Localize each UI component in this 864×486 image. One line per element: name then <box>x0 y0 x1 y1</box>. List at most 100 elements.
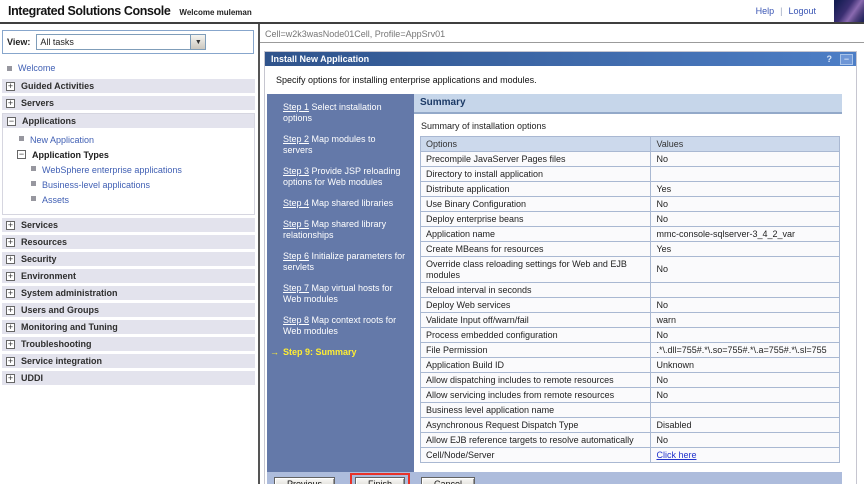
wizard-step-5: Step 5 Map shared library relationships <box>276 219 407 241</box>
sidebar-section-header-users-and-groups[interactable]: +Users and Groups <box>2 303 255 317</box>
sidebar-section-header-troubleshooting[interactable]: + Troubleshooting <box>2 337 255 351</box>
sidebar-section-header-uddi[interactable]: +UDDI <box>2 371 255 385</box>
option-cell: Override class reloading settings for We… <box>421 257 651 283</box>
expand-icon[interactable]: + <box>6 99 15 108</box>
sidebar-item-business-level-applications[interactable]: Business-level applications <box>3 178 254 193</box>
current-step-arrow-icon: → <box>270 347 279 358</box>
step-link-5[interactable]: Step 5 <box>283 219 309 229</box>
sidebar-section-header-security[interactable]: + Security <box>2 252 255 266</box>
section-label: Resources <box>21 237 67 247</box>
expand-icon[interactable]: + <box>6 374 15 383</box>
step-link-6[interactable]: Step 6 <box>283 251 309 261</box>
sidebar-section-header-applications[interactable]: −Applications <box>3 114 254 128</box>
section-label: Security <box>21 254 57 264</box>
value-cell: No <box>651 298 840 313</box>
step-link-1[interactable]: Step 1 <box>283 102 309 112</box>
expand-icon[interactable]: + <box>6 357 15 366</box>
value-cell: mmc-console-sqlserver-3_4_2_var <box>651 227 840 242</box>
navigation-sidebar: View: All tasks ▼ Welcome +Guided Activi… <box>0 24 258 484</box>
value-cell: .*\.dll=755#.*\.so=755#.*\.a=755#.*\.sl=… <box>651 343 840 358</box>
cancel-button[interactable]: Cancel <box>421 477 475 485</box>
sidebar-link-websphere-enterprise-applications[interactable]: WebSphere enterprise applications <box>42 165 182 175</box>
section-label: Monitoring and Tuning <box>21 322 118 332</box>
wizard-grid: Step 1 Select installation optionsStep 2… <box>267 94 842 472</box>
collapse-icon[interactable]: − <box>7 117 16 126</box>
step-link-2[interactable]: Step 2 <box>283 134 309 144</box>
table-row: Allow dispatching includes to remote res… <box>421 373 840 388</box>
bullet-icon <box>31 196 36 201</box>
option-cell: Process embedded configuration <box>421 328 651 343</box>
option-cell: Validate Input off/warn/fail <box>421 313 651 328</box>
sidebar-section-header-resources[interactable]: + Resources <box>2 235 255 249</box>
expand-icon[interactable]: + <box>6 323 15 332</box>
panel-help-icon[interactable]: ? <box>827 54 833 64</box>
section-label: Services <box>21 220 58 230</box>
sidebar-link-assets[interactable]: Assets <box>42 195 69 205</box>
table-row: Process embedded configurationNo <box>421 328 840 343</box>
bullet-icon <box>19 136 24 141</box>
section-label: Service integration <box>21 356 102 366</box>
step-link-8[interactable]: Step 8 <box>283 315 309 325</box>
sidebar-section-servers: +Servers <box>2 96 255 110</box>
sidebar-section-header-system-administration[interactable]: +System administration <box>2 286 255 300</box>
expand-icon[interactable]: + <box>6 82 15 91</box>
chevron-down-icon[interactable]: ▼ <box>190 35 205 49</box>
value-cell: Unknown <box>651 358 840 373</box>
view-select[interactable]: All tasks ▼ <box>36 34 206 50</box>
value-cell: No <box>651 373 840 388</box>
sidebar-item-welcome[interactable]: Welcome <box>0 61 258 79</box>
value-cell: No <box>651 433 840 448</box>
sidebar-sections: + Guided Activities +Servers −Applications N… <box>0 79 258 385</box>
collapse-icon[interactable]: − <box>17 150 26 159</box>
value-cell: No <box>651 388 840 403</box>
app-header: Integrated Solutions Console Welcome mul… <box>0 0 864 24</box>
expand-icon[interactable]: + <box>6 306 15 315</box>
table-row: Cell/Node/ServerClick here <box>421 448 840 463</box>
option-cell: Create MBeans for resources <box>421 242 651 257</box>
sidebar-section-service-integration: + Service integration <box>2 354 255 368</box>
panel-minimize-icon[interactable]: − <box>840 54 853 65</box>
sidebar-section-security: + Security <box>2 252 255 266</box>
sidebar-link-business-level-applications[interactable]: Business-level applications <box>42 180 150 190</box>
step-link-7[interactable]: Step 7 <box>283 283 309 293</box>
sidebar-section-header-monitoring-and-tuning[interactable]: + Monitoring and Tuning <box>2 320 255 334</box>
table-row: File Permission.*\.dll=755#.*\.so=755#.*… <box>421 343 840 358</box>
logout-link[interactable]: Logout <box>788 6 816 16</box>
sidebar-section-header-service-integration[interactable]: + Service integration <box>2 354 255 368</box>
sidebar-item-websphere-enterprise-applications[interactable]: WebSphere enterprise applications <box>3 163 254 178</box>
cell-link-click-here[interactable]: Click here <box>656 450 696 460</box>
sidebar-section-header-environment[interactable]: +Environment <box>2 269 255 283</box>
expand-icon[interactable]: + <box>6 255 15 264</box>
help-link[interactable]: Help <box>756 6 775 16</box>
wizard-instruction: Specify options for installing enterpris… <box>276 75 856 85</box>
summary-caption: Summary of installation options <box>421 121 842 131</box>
step-link-4[interactable]: Step 4 <box>283 198 309 208</box>
table-row: Deploy Web servicesNo <box>421 298 840 313</box>
section-label: Guided Activities <box>21 81 94 91</box>
sidebar-link-new-application[interactable]: New Application <box>30 135 94 145</box>
group-label: Application Types <box>32 150 109 160</box>
welcome-link[interactable]: Welcome <box>18 63 55 73</box>
previous-button[interactable]: Previous <box>274 477 335 485</box>
header-separator: | <box>780 6 782 16</box>
sidebar-section-header-servers[interactable]: +Servers <box>2 96 255 110</box>
expand-icon[interactable]: + <box>6 272 15 281</box>
expand-icon[interactable]: + <box>6 340 15 349</box>
value-cell: Click here <box>651 448 840 463</box>
sidebar-item-application-types[interactable]: −Application Types <box>3 148 254 163</box>
expand-icon[interactable]: + <box>6 289 15 298</box>
option-cell: Allow EJB reference targets to resolve a… <box>421 433 651 448</box>
table-row: Directory to install application <box>421 167 840 182</box>
sidebar-section-header-services[interactable]: + Services <box>2 218 255 232</box>
sidebar-section-header-guided-activities[interactable]: + Guided Activities <box>2 79 255 93</box>
expand-icon[interactable]: + <box>6 238 15 247</box>
value-cell: No <box>651 328 840 343</box>
sidebar-item-new-application[interactable]: New Application <box>3 133 254 148</box>
step-link-3[interactable]: Step 3 <box>283 166 309 176</box>
option-cell: Distribute application <box>421 182 651 197</box>
expand-icon[interactable]: + <box>6 221 15 230</box>
finish-button[interactable]: Finish <box>355 477 405 485</box>
sidebar-item-assets[interactable]: Assets <box>3 193 254 208</box>
table-row: Reload interval in seconds <box>421 283 840 298</box>
section-label: Troubleshooting <box>21 339 92 349</box>
